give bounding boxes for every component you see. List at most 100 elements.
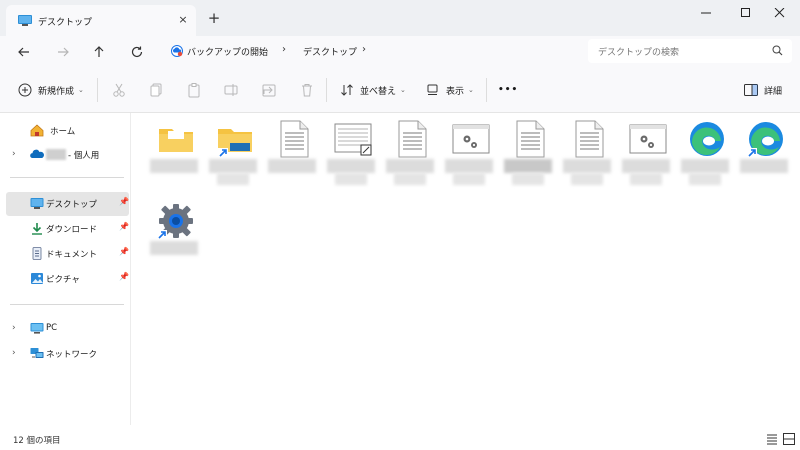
- redacted-file-name: [740, 159, 788, 173]
- tiles-view-icon[interactable]: [783, 433, 795, 445]
- breadcrumb-desktop[interactable]: デスクトップ: [303, 45, 357, 58]
- plus-circle-icon: [18, 83, 32, 97]
- back-arrow-icon[interactable]: [16, 44, 32, 60]
- redacted-file-name: [681, 159, 729, 173]
- rename-icon[interactable]: [223, 82, 239, 98]
- pin-icon[interactable]: 📌: [119, 222, 129, 231]
- sidebar-item-downloads[interactable]: ダウンロード 📌: [6, 217, 129, 241]
- pane-divider[interactable]: [130, 113, 131, 425]
- redacted-file-name: [504, 159, 552, 173]
- share-icon[interactable]: [261, 82, 277, 98]
- settings-file-icon: [452, 124, 490, 154]
- redacted-file-name: [209, 159, 257, 173]
- new-label: 新規作成: [38, 86, 75, 97]
- edge-icon: [690, 122, 724, 156]
- maximize-icon: [741, 8, 750, 17]
- chevron-right-icon[interactable]: ›: [12, 323, 16, 333]
- details-button[interactable]: 詳細: [744, 82, 782, 98]
- file-item[interactable]: [734, 113, 794, 189]
- file-item[interactable]: [616, 113, 676, 189]
- redacted-account-name: [46, 149, 66, 160]
- copy-icon[interactable]: [148, 82, 164, 98]
- sidebar-item-network[interactable]: › ネットワーク: [6, 342, 129, 366]
- redacted-file-name: [445, 159, 493, 173]
- chevron-down-icon: ⌄: [78, 86, 84, 94]
- folder-icon: [159, 129, 193, 152]
- file-item[interactable]: [144, 113, 204, 189]
- chevron-right-icon[interactable]: ›: [12, 149, 16, 159]
- cut-icon[interactable]: [111, 82, 127, 98]
- refresh-icon[interactable]: [129, 44, 145, 60]
- desktop-icon: [18, 15, 32, 26]
- pin-icon[interactable]: 📌: [119, 197, 129, 206]
- up-arrow-icon[interactable]: [91, 44, 107, 60]
- sidebar-item-documents[interactable]: ドキュメント 📌: [6, 242, 129, 266]
- redacted-file-name: [571, 173, 603, 185]
- new-tab-button[interactable]: +: [206, 11, 222, 27]
- pictures-icon: [31, 273, 43, 284]
- redacted-file-name: [622, 159, 670, 173]
- sort-label: 並べ替え: [360, 86, 397, 97]
- file-item[interactable]: [321, 113, 381, 189]
- redacted-file-name: [512, 173, 544, 185]
- status-bar: 12 個の項目: [0, 425, 800, 450]
- sidebar-item-pictures[interactable]: ピクチャ 📌: [6, 267, 129, 291]
- minimize-button[interactable]: [686, 2, 726, 24]
- paste-icon[interactable]: [186, 82, 202, 98]
- redacted-file-name: [630, 173, 662, 185]
- divider: [10, 177, 124, 178]
- redacted-file-name: [150, 159, 198, 173]
- file-item[interactable]: [675, 113, 735, 189]
- more-options-button[interactable]: •••: [498, 82, 518, 98]
- search-input[interactable]: デスクトップの検索: [588, 39, 792, 63]
- text-document-icon: [516, 120, 545, 158]
- new-button[interactable]: 新規作成 ⌄: [18, 82, 84, 98]
- pin-icon[interactable]: 📌: [119, 247, 129, 256]
- sort-button[interactable]: 並べ替え ⌄: [340, 82, 406, 98]
- breadcrumb-backup[interactable]: バックアップの開始: [187, 45, 268, 58]
- details-pane-icon: [744, 84, 758, 96]
- file-item[interactable]: [262, 113, 322, 189]
- navigation-pane: ホーム › - 個人用 デスクトップ 📌 ダウンロード 📌 ドキュメント 📌 ピ…: [0, 113, 131, 425]
- file-item[interactable]: [557, 113, 617, 189]
- sidebar-item-label: ホーム: [50, 127, 76, 137]
- close-tab-button[interactable]: ×: [176, 13, 190, 27]
- redacted-file-name: [386, 159, 434, 173]
- breadcrumb-separator[interactable]: ›: [282, 44, 286, 55]
- view-icon: [427, 84, 438, 95]
- redacted-file-name: [217, 173, 249, 185]
- file-item[interactable]: [380, 113, 440, 189]
- sidebar-item-pc[interactable]: › PC: [6, 317, 129, 341]
- file-list: [140, 113, 795, 425]
- tab-desktop[interactable]: デスクトップ ×: [6, 5, 196, 36]
- sidebar-item-desktop[interactable]: デスクトップ 📌: [6, 192, 129, 216]
- redacted-file-name: [150, 241, 198, 255]
- document-icon: [32, 247, 42, 260]
- details-view-icon[interactable]: [766, 433, 778, 445]
- forward-arrow-icon[interactable]: [55, 44, 71, 60]
- search-placeholder: デスクトップの検索: [598, 48, 680, 58]
- divider: [97, 78, 98, 102]
- file-item[interactable]: [203, 113, 263, 189]
- delete-icon[interactable]: [299, 82, 315, 98]
- breadcrumb-separator[interactable]: ›: [362, 44, 366, 55]
- computer-icon: [30, 323, 44, 334]
- breadcrumb[interactable]: バックアップの開始 › デスクトップ ›: [161, 38, 579, 64]
- download-icon: [32, 223, 42, 235]
- view-button[interactable]: 表示 ⌄: [426, 82, 474, 98]
- redacted-file-name: [689, 173, 721, 185]
- close-window-button[interactable]: [760, 2, 800, 24]
- chevron-down-icon: ⌄: [400, 86, 406, 94]
- file-item[interactable]: [439, 113, 499, 189]
- pin-icon[interactable]: 📌: [119, 272, 129, 281]
- file-item[interactable]: [498, 113, 558, 189]
- text-document-icon: [575, 120, 604, 158]
- sidebar-item-onedrive[interactable]: › - 個人用: [6, 143, 129, 167]
- tab-label: デスクトップ: [38, 18, 93, 28]
- divider: [10, 304, 124, 305]
- file-item[interactable]: [144, 195, 204, 271]
- chevron-right-icon[interactable]: ›: [12, 348, 16, 358]
- sidebar-item-home[interactable]: ホーム: [6, 119, 129, 143]
- edge-icon: [747, 122, 783, 158]
- redacted-file-name: [268, 159, 316, 173]
